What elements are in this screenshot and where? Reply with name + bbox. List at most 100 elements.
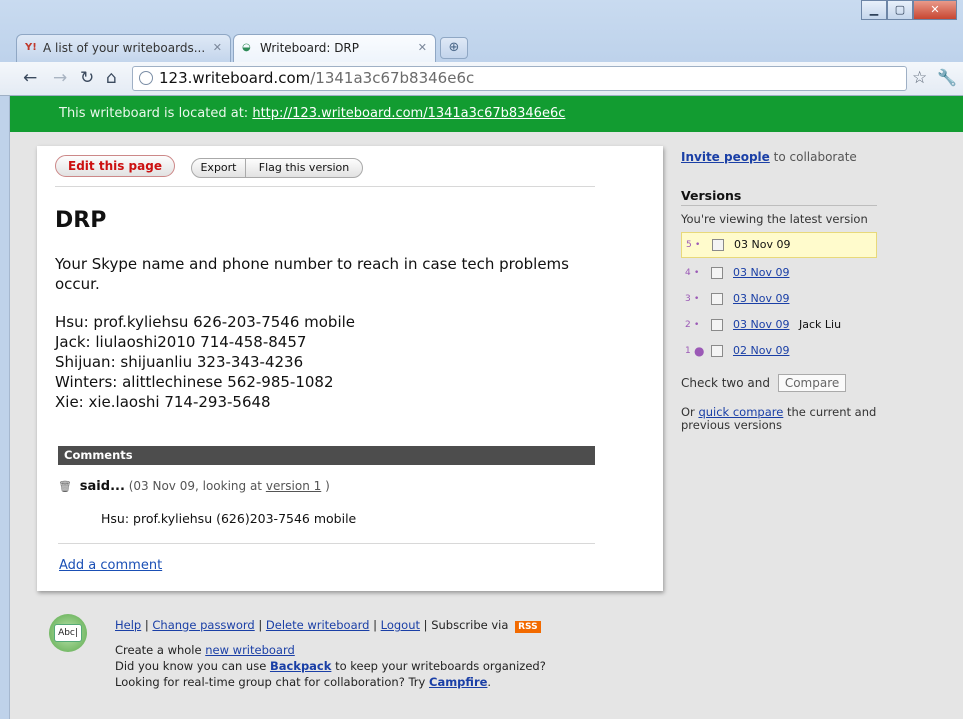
- contact-line: Winters: alittlechinese 562-985-1082: [55, 373, 334, 391]
- maximize-icon[interactable]: ▢: [887, 0, 913, 20]
- footer-links: Help | Change password | Delete writeboa…: [115, 618, 541, 633]
- logout-link[interactable]: Logout: [381, 618, 420, 632]
- minimize-icon[interactable]: ▁: [861, 0, 887, 20]
- home-icon[interactable]: ⌂: [106, 68, 117, 88]
- check-two-text: Check two and: [681, 376, 770, 390]
- compare-line: Check two and Compare: [681, 374, 847, 392]
- reload-icon[interactable]: ↻: [80, 68, 94, 88]
- version-link[interactable]: version 1: [266, 479, 321, 493]
- tab-writeboard-list[interactable]: Y! A list of your writeboards... ✕: [16, 34, 231, 62]
- window-left-edge: [0, 96, 10, 719]
- quick-prefix: Or: [681, 405, 695, 419]
- campfire-line: Looking for real-time group chat for col…: [115, 675, 491, 689]
- globe-icon: [139, 71, 153, 85]
- contact-line: Shijuan: shijuanliu 323-343-4236: [55, 353, 304, 371]
- version-checkbox[interactable]: [712, 239, 724, 251]
- yahoo-icon: Y!: [25, 42, 37, 53]
- edit-page-button[interactable]: Edit this page: [55, 155, 175, 177]
- divider: [58, 543, 595, 544]
- compare-button[interactable]: Compare: [777, 374, 847, 392]
- comment-meta: 🗑 said... (03 Nov 09, looking at version…: [58, 479, 330, 494]
- subscribe-text: Subscribe via: [431, 618, 509, 632]
- version-author: Jack Liu: [799, 318, 842, 331]
- comment-text: Hsu: prof.kyliehsu (626)203-7546 mobile: [101, 511, 357, 526]
- versions-heading: Versions: [681, 188, 877, 206]
- version-checkbox[interactable]: [711, 267, 723, 279]
- version-row: 1 ● 02 Nov 09: [681, 339, 877, 365]
- invite-line: Invite people to collaborate: [681, 150, 951, 164]
- comment-meta-prefix: (03 Nov 09, looking at: [128, 479, 263, 493]
- tab-label: Writeboard: DRP: [260, 41, 360, 55]
- writeboard-card: Edit this page Export Flag this version …: [37, 146, 663, 591]
- writeboard-icon: ◒: [242, 42, 251, 53]
- close-icon[interactable]: ✕: [213, 35, 222, 61]
- trash-icon[interactable]: 🗑: [58, 480, 72, 493]
- bullet-icon: •: [694, 320, 700, 330]
- url-path: /1341a3c67b8346e6c: [310, 69, 475, 87]
- url-host: 123.writeboard.com: [159, 69, 311, 87]
- version-date-link[interactable]: 03 Nov 09: [733, 261, 789, 285]
- quick-compare-link[interactable]: quick compare: [698, 405, 783, 419]
- page-title: DRP: [55, 208, 107, 233]
- comment-meta-suffix: ): [325, 479, 330, 493]
- sidebar: Invite people to collaborate Versions Yo…: [681, 150, 951, 432]
- tab-writeboard-drp[interactable]: ◒ Writeboard: DRP ✕: [233, 34, 436, 62]
- new-writeboard-link[interactable]: new writeboard: [205, 643, 295, 657]
- version-number: 4: [685, 268, 691, 278]
- tab-strip: Y! A list of your writeboards... ✕ ◒ Wri…: [0, 0, 963, 62]
- backpack-prefix: Did you know you can use: [115, 659, 267, 673]
- logo-text: Abc|: [54, 624, 82, 642]
- viewing-status: You're viewing the latest version: [681, 212, 868, 226]
- close-window-icon[interactable]: ✕: [913, 0, 957, 20]
- banner-link[interactable]: http://123.writeboard.com/1341a3c67b8346…: [252, 106, 565, 121]
- version-number: 3: [685, 294, 691, 304]
- campfire-link[interactable]: Campfire: [429, 675, 487, 689]
- create-prefix: Create a whole: [115, 643, 202, 657]
- banner-text: This writeboard is located at:: [59, 106, 249, 121]
- back-icon[interactable]: ←: [23, 68, 37, 88]
- export-flag-group: Export Flag this version: [191, 158, 363, 178]
- delete-writeboard-link[interactable]: Delete writeboard: [266, 618, 370, 632]
- rss-icon[interactable]: RSS: [515, 621, 541, 633]
- bullet-icon: •: [694, 294, 700, 304]
- help-link[interactable]: Help: [115, 618, 141, 632]
- close-icon[interactable]: ✕: [418, 35, 427, 61]
- document-body: Your Skype name and phone number to reac…: [55, 254, 600, 412]
- change-password-link[interactable]: Change password: [152, 618, 254, 632]
- flag-version-button[interactable]: Flag this version: [246, 159, 362, 177]
- version-checkbox[interactable]: [711, 319, 723, 331]
- version-row: 5 • 03 Nov 09: [681, 232, 877, 258]
- version-checkbox[interactable]: [711, 293, 723, 305]
- bookmark-star-icon[interactable]: ☆: [912, 68, 927, 88]
- version-row: 3 • 03 Nov 09: [681, 287, 877, 313]
- export-button[interactable]: Export: [192, 159, 246, 177]
- backpack-line: Did you know you can use Backpack to kee…: [115, 659, 546, 673]
- add-comment-link[interactable]: Add a comment: [59, 558, 162, 573]
- intro-text: Your Skype name and phone number to reac…: [55, 255, 569, 293]
- contact-list: Hsu: prof.kyliehsu 626-203-7546 mobile J…: [55, 312, 600, 412]
- bullet-icon: •: [694, 268, 700, 278]
- new-tab-button[interactable]: ⊕: [440, 37, 468, 59]
- forward-icon[interactable]: →: [53, 68, 67, 88]
- wrench-icon[interactable]: 🔧: [937, 68, 957, 87]
- writeboard-logo: Abc|: [49, 614, 87, 652]
- version-number: 5: [686, 240, 692, 250]
- campfire-suffix: .: [487, 675, 492, 689]
- address-bar[interactable]: 123.writeboard.com/1341a3c67b8346e6c: [132, 66, 907, 91]
- version-checkbox[interactable]: [711, 345, 723, 357]
- invite-people-link[interactable]: Invite people: [681, 150, 770, 164]
- quick-compare-text: Or quick compare the current and previou…: [681, 406, 891, 432]
- comments-header: Comments: [58, 446, 595, 465]
- version-date-link[interactable]: 02 Nov 09: [733, 339, 789, 363]
- window-controls: ▁ ▢ ✕: [861, 0, 957, 22]
- divider: [55, 186, 595, 187]
- version-date-link[interactable]: 03 Nov 09: [733, 313, 789, 337]
- contact-line: Hsu: prof.kyliehsu 626-203-7546 mobile: [55, 313, 356, 331]
- invite-rest: to collaborate: [773, 150, 857, 164]
- version-date-link[interactable]: 03 Nov 09: [733, 287, 789, 311]
- version-number: 2: [685, 320, 691, 330]
- create-line: Create a whole new writeboard: [115, 643, 295, 657]
- backpack-link[interactable]: Backpack: [270, 659, 331, 673]
- contact-line: Xie: xie.laoshi 714-293-5648: [55, 393, 271, 411]
- footer: Abc| Help | Change password | Delete wri…: [37, 612, 667, 712]
